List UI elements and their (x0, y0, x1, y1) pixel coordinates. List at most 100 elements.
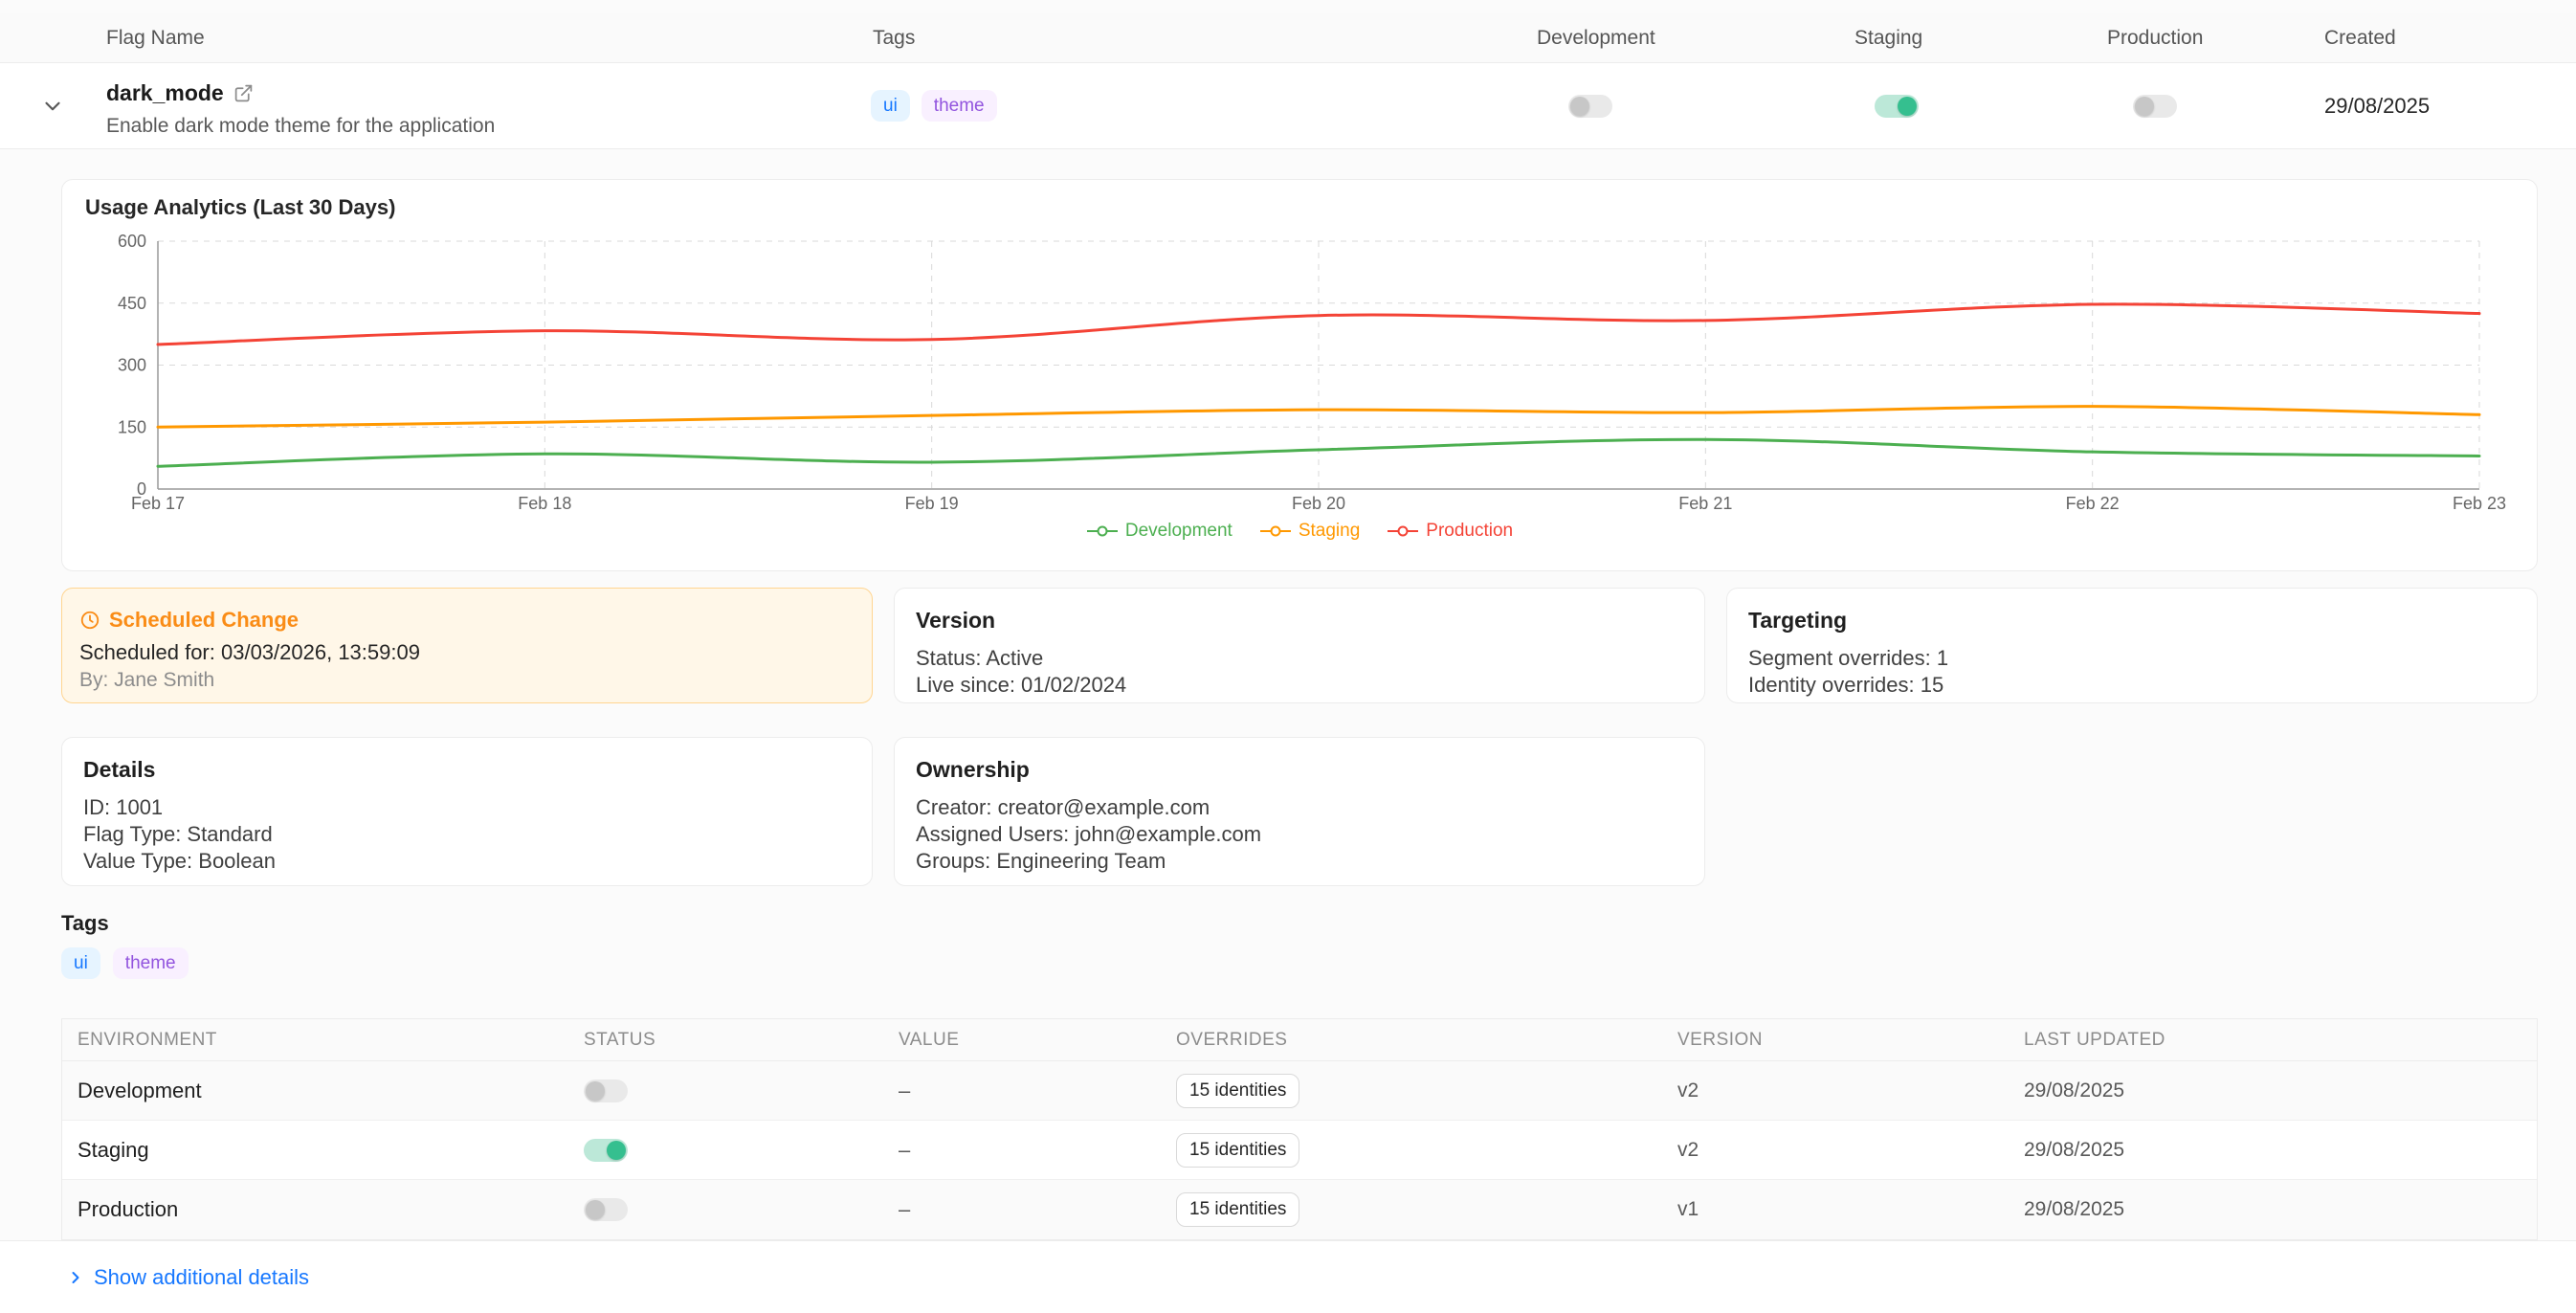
env-toggle-production[interactable] (584, 1198, 628, 1221)
legend-label: Staging (1299, 521, 1360, 542)
scheduled-change-title: Scheduled Change (109, 608, 299, 633)
scheduled-change-card: Scheduled Change Scheduled for: 03/03/20… (61, 588, 873, 703)
env-value: – (899, 1138, 910, 1163)
scheduled-for-text: Scheduled for: 03/03/2026, 13:59:09 (79, 640, 420, 665)
env-toggle-staging[interactable] (584, 1139, 628, 1162)
y-tick-label: 600 (118, 234, 146, 251)
chart-legend: Development Staging Production (62, 521, 2537, 542)
version-card-title: Version (916, 608, 1683, 634)
environments-table-header: ENVIRONMENT STATUS VALUE OVERRIDES VERSI… (62, 1019, 2537, 1061)
env-row-staging: Staging – 15 identities v2 29/08/2025 (62, 1121, 2537, 1180)
external-link-icon[interactable] (233, 83, 254, 103)
overrides-badge[interactable]: 15 identities (1176, 1133, 1299, 1168)
legend-marker-icon (1259, 524, 1292, 538)
env-value: – (899, 1197, 910, 1222)
col-header-staging: Staging (1854, 27, 1922, 50)
env-col-value: VALUE (899, 1030, 959, 1051)
tag-ui: ui (871, 90, 910, 122)
groups: Groups: Engineering Team (916, 848, 1683, 875)
tag-theme: theme (922, 90, 997, 122)
flag-row-tags: ui theme (871, 90, 997, 122)
x-tick-label: Feb 19 (905, 494, 959, 513)
legend-item-production[interactable]: Production (1387, 521, 1513, 542)
env-toggle-development[interactable] (584, 1079, 628, 1102)
x-tick-label: Feb 17 (131, 494, 185, 513)
x-tick-label: Feb 23 (2453, 494, 2506, 513)
collapse-chevron-icon[interactable] (40, 94, 65, 119)
usage-chart-svg: 0150300450600Feb 17Feb 18Feb 19Feb 20Feb… (78, 234, 2518, 521)
overrides-badge[interactable]: 15 identities (1176, 1074, 1299, 1108)
env-last-updated: 29/08/2025 (2024, 1198, 2124, 1221)
flag-type: Flag Type: Standard (83, 821, 851, 848)
overrides-badge[interactable]: 15 identities (1176, 1192, 1299, 1227)
identity-overrides: Identity overrides: 15 (1748, 672, 2516, 699)
flag-description: Enable dark mode theme for the applicati… (106, 115, 495, 138)
x-tick-label: Feb 18 (518, 494, 571, 513)
env-name: Development (78, 1079, 202, 1103)
clock-icon (79, 610, 100, 631)
details-card-title: Details (83, 757, 851, 783)
env-col-status: STATUS (584, 1030, 655, 1051)
env-last-updated: 29/08/2025 (2024, 1079, 2124, 1102)
usage-analytics-card: Usage Analytics (Last 30 Days) 015030045… (61, 179, 2538, 571)
flag-id: ID: 1001 (83, 794, 851, 821)
y-tick-label: 150 (118, 417, 146, 436)
scheduled-by-text: By: Jane Smith (79, 669, 214, 692)
toggle-development[interactable] (1568, 95, 1612, 118)
legend-label: Development (1125, 521, 1232, 542)
flag-row-dark-mode[interactable]: dark_mode Enable dark mode theme for the… (0, 63, 2576, 149)
env-name: Staging (78, 1138, 149, 1163)
flag-name[interactable]: dark_mode (106, 80, 224, 106)
env-name: Production (78, 1197, 178, 1222)
ownership-card-title: Ownership (916, 757, 1683, 783)
value-type: Value Type: Boolean (83, 848, 851, 875)
chart-title: Usage Analytics (Last 30 Days) (85, 195, 395, 220)
col-header-flag-name: Flag Name (106, 27, 205, 50)
footer-row: Show additional details (0, 1240, 2576, 1313)
details-card: Details ID: 1001 Flag Type: Standard Val… (61, 737, 873, 886)
created-date: 29/08/2025 (2324, 94, 2430, 119)
legend-item-development[interactable]: Development (1086, 521, 1232, 542)
env-value: – (899, 1079, 910, 1103)
env-version: v1 (1677, 1198, 1699, 1221)
env-col-version: VERSION (1677, 1030, 1763, 1051)
show-additional-details-link[interactable]: Show additional details (66, 1265, 309, 1290)
assigned-users: Assigned Users: john@example.com (916, 821, 1683, 848)
toggle-thumb (586, 1081, 605, 1101)
tags-section-title: Tags (61, 911, 109, 936)
scheduled-change-header: Scheduled Change (79, 608, 299, 633)
version-status: Status: Active (916, 645, 1683, 672)
creator: Creator: creator@example.com (916, 794, 1683, 821)
ownership-card: Ownership Creator: creator@example.com A… (894, 737, 1705, 886)
tag-theme: theme (113, 947, 189, 979)
toggle-thumb (1898, 97, 1917, 116)
usage-chart: 0150300450600Feb 17Feb 18Feb 19Feb 20Feb… (78, 234, 2518, 521)
targeting-card-title: Targeting (1748, 608, 2516, 634)
col-header-tags: Tags (873, 27, 915, 50)
toggle-thumb (586, 1200, 605, 1219)
toggle-thumb (1570, 97, 1589, 116)
col-header-created: Created (2324, 27, 2396, 50)
x-tick-label: Feb 22 (2066, 494, 2120, 513)
env-last-updated: 29/08/2025 (2024, 1139, 2124, 1162)
segment-overrides: Segment overrides: 1 (1748, 645, 2516, 672)
legend-label: Production (1426, 521, 1513, 542)
y-tick-label: 300 (118, 356, 146, 375)
targeting-card: Targeting Segment overrides: 1 Identity … (1726, 588, 2538, 703)
env-row-production: Production – 15 identities v1 29/08/2025 (62, 1180, 2537, 1239)
col-header-development: Development (1537, 27, 1655, 50)
toggle-thumb (607, 1141, 626, 1160)
tags-section-pills: ui theme (61, 947, 189, 979)
env-version: v2 (1677, 1139, 1699, 1162)
legend-item-staging[interactable]: Staging (1259, 521, 1360, 542)
version-card: Version Status: Active Live since: 01/02… (894, 588, 1705, 703)
toggle-staging[interactable] (1875, 95, 1919, 118)
env-version: v2 (1677, 1079, 1699, 1102)
y-tick-label: 450 (118, 294, 146, 313)
col-header-production: Production (2107, 27, 2203, 50)
show-additional-details-label: Show additional details (94, 1265, 309, 1290)
toggle-production[interactable] (2133, 95, 2177, 118)
legend-marker-icon (1086, 524, 1119, 538)
x-tick-label: Feb 20 (1292, 494, 1345, 513)
env-row-development: Development – 15 identities v2 29/08/202… (62, 1061, 2537, 1121)
